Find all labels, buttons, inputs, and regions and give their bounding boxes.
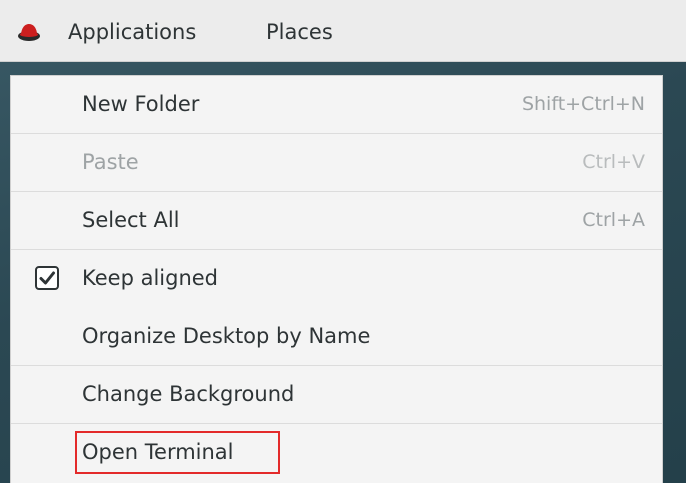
menu-item-select-all[interactable]: Select All Ctrl+A — [11, 192, 662, 250]
menu-item-label: Paste — [82, 150, 139, 174]
menu-item-label: Keep aligned — [82, 266, 218, 290]
menu-item-new-folder[interactable]: New Folder Shift+Ctrl+N — [11, 76, 662, 134]
red-hat-logo-icon[interactable] — [17, 22, 41, 42]
menu-item-shortcut: Ctrl+V — [582, 151, 645, 173]
menu-item-organize-desktop-by-name[interactable]: Organize Desktop by Name — [11, 308, 662, 366]
menu-item-label: Select All — [82, 208, 180, 232]
top-panel: Applications Places — [0, 0, 686, 62]
menu-item-label: Open Terminal — [82, 440, 234, 464]
menu-item-paste: Paste Ctrl+V — [11, 134, 662, 192]
menu-item-label: New Folder — [82, 92, 200, 116]
menu-item-open-terminal[interactable]: Open Terminal — [11, 424, 662, 482]
menu-item-label: Organize Desktop by Name — [82, 324, 371, 348]
checkbox-checked-icon[interactable] — [35, 266, 59, 290]
menu-item-label: Change Background — [82, 382, 295, 406]
menu-item-change-background[interactable]: Change Background — [11, 366, 662, 424]
places-menu[interactable]: Places — [266, 17, 333, 47]
menu-item-shortcut: Shift+Ctrl+N — [521, 93, 645, 115]
menu-item-shortcut: Ctrl+A — [582, 209, 645, 231]
applications-menu[interactable]: Applications — [68, 17, 196, 47]
desktop-context-menu: New Folder Shift+Ctrl+N Paste Ctrl+V Sel… — [10, 75, 663, 483]
menu-item-keep-aligned[interactable]: Keep aligned — [11, 250, 662, 308]
